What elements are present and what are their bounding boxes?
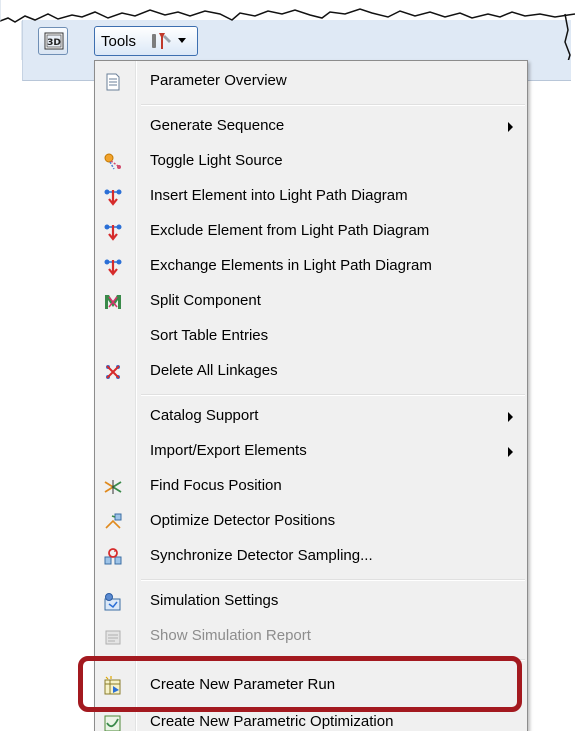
delete-linkages-icon bbox=[106, 365, 120, 379]
menu-item-label: Optimize Detector Positions bbox=[150, 512, 336, 529]
menu-item-show-simulation-report: Show Simulation Report bbox=[95, 619, 527, 653]
menu-item-sort-table-entries[interactable]: Sort Table Entries bbox=[95, 319, 527, 353]
menu-item-optimize-detector-positions[interactable]: Optimize Detector Positions bbox=[95, 504, 527, 538]
menu-item-split-component[interactable]: Split Component bbox=[95, 284, 527, 318]
menu-item-import-export-elements[interactable]: Import/Export Elements bbox=[95, 434, 527, 468]
tools-label: Tools bbox=[101, 33, 137, 50]
menu-item-delete-all-linkages[interactable]: Delete All Linkages bbox=[95, 354, 527, 388]
torn-edge-decoration bbox=[0, 0, 575, 60]
menu-item-parameter-overview[interactable]: Parameter Overview bbox=[95, 64, 527, 98]
menu-item-find-focus-position[interactable]: Find Focus Position bbox=[95, 469, 527, 503]
view-3d-button[interactable]: 3D bbox=[38, 27, 68, 55]
document-icon bbox=[106, 73, 120, 91]
insert-element-icon bbox=[104, 189, 122, 206]
menu-item-label: Catalog Support bbox=[150, 407, 259, 424]
menu-item-label: Simulation Settings bbox=[150, 592, 279, 609]
simulation-settings-icon bbox=[104, 593, 121, 611]
menu-item-synchronize-detector-sampling[interactable]: Synchronize Detector Sampling... bbox=[95, 539, 527, 573]
menu-item-label: Create New Parametric Optimization bbox=[150, 713, 394, 730]
menu-item-label: Synchronize Detector Sampling... bbox=[150, 547, 373, 564]
menu-item-simulation-settings[interactable]: Simulation Settings bbox=[95, 584, 527, 618]
menu-separator bbox=[141, 104, 525, 106]
light-source-icon bbox=[104, 153, 121, 170]
menu-item-label: Generate Sequence bbox=[150, 117, 285, 134]
menu-item-label: Exclude Element from Light Path Diagram bbox=[150, 222, 430, 239]
simulation-report-icon bbox=[105, 630, 121, 645]
submenu-arrow-icon bbox=[508, 122, 513, 132]
menu-item-label: Show Simulation Report bbox=[150, 627, 311, 644]
chevron-down-icon bbox=[178, 38, 186, 43]
menu-item-label: Find Focus Position bbox=[150, 477, 282, 494]
highlight-annotation-box bbox=[78, 656, 522, 712]
menu-item-catalog-support[interactable]: Catalog Support bbox=[95, 399, 527, 433]
submenu-arrow-icon bbox=[508, 447, 513, 457]
menu-item-insert-element[interactable]: Insert Element into Light Path Diagram bbox=[95, 179, 527, 213]
menu-item-label: Split Component bbox=[150, 292, 261, 309]
menu-item-toggle-light-source[interactable]: Toggle Light Source bbox=[95, 144, 527, 178]
find-focus-icon bbox=[104, 480, 122, 494]
submenu-arrow-icon bbox=[508, 412, 513, 422]
exclude-element-icon bbox=[104, 224, 122, 241]
exchange-elements-icon bbox=[104, 259, 122, 276]
optimize-detector-icon bbox=[105, 513, 122, 529]
menu-item-exchange-elements[interactable]: Exchange Elements in Light Path Diagram bbox=[95, 249, 527, 283]
split-component-icon bbox=[105, 295, 121, 309]
tools-menu-button[interactable]: Tools bbox=[94, 26, 198, 56]
menu-item-label: Sort Table Entries bbox=[150, 327, 269, 344]
parametric-optimization-icon bbox=[104, 715, 121, 731]
menu-separator bbox=[141, 579, 525, 581]
menu-item-label: Exchange Elements in Light Path Diagram bbox=[150, 257, 432, 274]
menu-item-label: Import/Export Elements bbox=[150, 442, 307, 459]
svg-text:3D: 3D bbox=[47, 38, 61, 48]
menu-item-label: Toggle Light Source bbox=[150, 152, 283, 169]
menu-item-generate-sequence[interactable]: Generate Sequence bbox=[95, 109, 527, 143]
menu-item-exclude-element[interactable]: Exclude Element from Light Path Diagram bbox=[95, 214, 527, 248]
menu-item-label: Parameter Overview bbox=[150, 72, 287, 89]
wrench-screwdriver-icon bbox=[152, 33, 171, 49]
cube-3d-icon: 3D bbox=[44, 32, 64, 50]
synchronize-detector-icon bbox=[104, 548, 122, 565]
menu-item-label: Delete All Linkages bbox=[150, 362, 278, 379]
menu-separator bbox=[141, 394, 525, 396]
menu-item-label: Insert Element into Light Path Diagram bbox=[150, 187, 408, 204]
tools-dropdown-menu: Parameter Overview Generate Sequence Tog… bbox=[94, 60, 528, 731]
